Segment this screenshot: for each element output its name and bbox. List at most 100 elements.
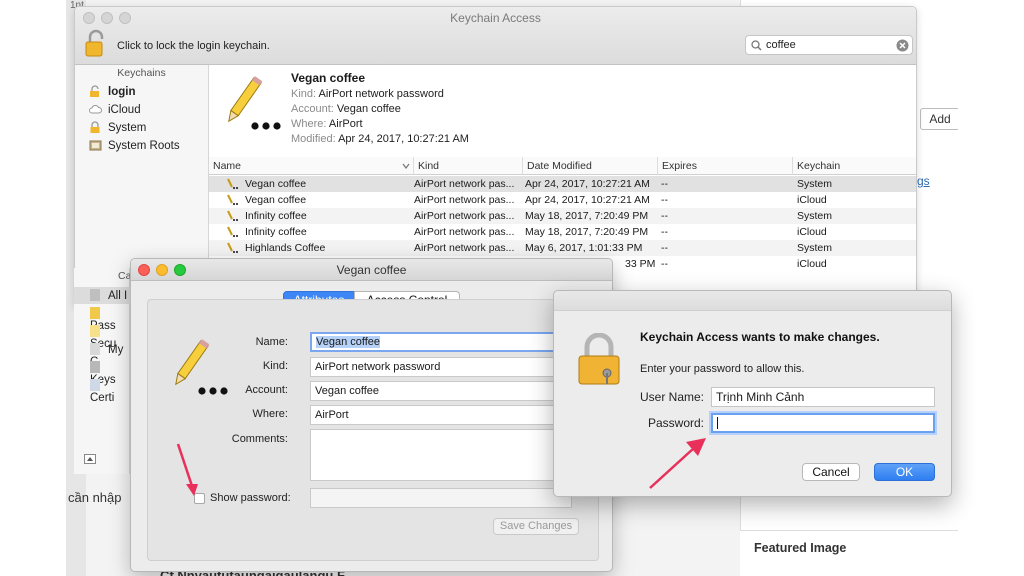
dialog-title: Keychain Access wants to make changes.: [640, 330, 880, 344]
cell-expires: --: [661, 194, 668, 206]
sidebar-item-icloud[interactable]: iCloud: [89, 103, 141, 116]
column-header-expires[interactable]: Expires: [658, 157, 793, 175]
note-icon: [90, 325, 100, 337]
titlebar: Keychain Access Click to lock the login …: [75, 7, 916, 65]
cell-expires: --: [661, 258, 668, 270]
add-button[interactable]: Add: [920, 108, 960, 130]
item-info-window: Vegan coffee Attributes Access Control N…: [130, 258, 613, 572]
lock-icon: [90, 121, 100, 133]
featured-image-label: Featured Image: [754, 541, 847, 555]
cell-kind: AirPort network pas...: [414, 226, 515, 238]
ok-button[interactable]: OK: [874, 463, 935, 481]
show-password-label[interactable]: Show password:: [210, 492, 291, 504]
name-field[interactable]: Vegan coffee: [310, 332, 572, 352]
pencil-icon: [227, 194, 238, 205]
arrow-annotation-icon: [176, 443, 198, 496]
cell-expires: --: [661, 226, 668, 238]
dialog-titlebar: [554, 291, 951, 311]
password-field[interactable]: [310, 488, 572, 508]
column-header-name[interactable]: Name: [209, 157, 414, 175]
cell-expires: --: [661, 210, 668, 222]
window-title: Keychain Access: [450, 11, 541, 25]
item-kind-line: Kind: AirPort network password: [291, 88, 444, 100]
cell-keychain: System: [797, 242, 833, 254]
table-row[interactable]: Vegan coffee AirPort network pas... Apr …: [209, 176, 916, 192]
background-text-cannhap: cần nhập: [68, 490, 122, 505]
background-link[interactable]: gs: [917, 174, 930, 188]
category-label: All I: [108, 290, 128, 302]
sidebar-item-label: iCloud: [108, 104, 141, 116]
cell-expires: --: [661, 242, 668, 254]
item-detail-panel: Vegan coffee Kind: AirPort network passw…: [209, 65, 916, 157]
column-header-kind[interactable]: Kind: [414, 157, 523, 175]
search-input[interactable]: coffee: [745, 35, 913, 55]
attributes-panel: Name: Vegan coffee Kind: AirPort network…: [147, 299, 599, 561]
table-row[interactable]: Infinity coffee AirPort network pas... M…: [209, 224, 916, 240]
item-where-line: Where: AirPort: [291, 118, 363, 130]
cell-name: Vegan coffee: [245, 178, 307, 190]
folder-icon: [89, 140, 102, 151]
modified-label: Modified:: [291, 133, 336, 145]
chevron-down-icon: [402, 163, 410, 169]
certificate-icon: [90, 343, 100, 355]
save-changes-button[interactable]: Save Changes: [493, 518, 579, 535]
cloud-icon: [89, 105, 102, 114]
column-header-date-modified[interactable]: Date Modified: [523, 157, 658, 175]
pencil-icon: [228, 76, 281, 130]
cell-keychain: System: [797, 210, 833, 222]
sidebar-item-label: System: [108, 122, 147, 134]
table-row[interactable]: Vegan coffee AirPort network pas... Apr …: [209, 192, 916, 208]
table-row[interactable]: Infinity coffee AirPort network pas... M…: [209, 208, 916, 224]
cell-keychain: System: [797, 178, 833, 190]
cell-date: May 6, 2017, 1:01:33 PM: [525, 242, 643, 254]
item-account-line: Account: Vegan coffee: [291, 103, 401, 115]
cell-date: 33 PM: [625, 258, 656, 270]
username-field[interactable]: Trịnh Minh Cảnh: [711, 387, 935, 407]
authentication-dialog: Keychain Access wants to make changes. E…: [553, 290, 952, 497]
cancel-button[interactable]: Cancel: [802, 463, 860, 481]
pencil-icon: [227, 242, 238, 253]
table-row[interactable]: Highlands Coffee AirPort network pas... …: [209, 240, 916, 256]
cell-keychain: iCloud: [797, 226, 827, 238]
item-name: Vegan coffee: [291, 71, 366, 85]
cell-date: May 18, 2017, 7:20:49 PM: [525, 226, 649, 238]
featured-image-panel: Featured Image: [740, 530, 958, 576]
clear-icon[interactable]: [896, 39, 909, 52]
cell-kind: AirPort network pas...: [414, 210, 515, 222]
kind-field[interactable]: AirPort network password: [310, 357, 572, 377]
search-value: coffee: [766, 39, 796, 51]
pencil-icon: [227, 210, 238, 221]
lock-keychain-text[interactable]: Click to lock the login keychain.: [117, 40, 270, 52]
sidebar-item-login[interactable]: login: [89, 85, 135, 98]
username-label: User Name:: [639, 390, 704, 404]
magnifier-icon: [751, 40, 762, 51]
arrow-annotation-icon: [649, 438, 706, 489]
item-window-title: Vegan coffee: [336, 263, 407, 277]
cell-expires: --: [661, 178, 668, 190]
dialog-subtitle: Enter your password to allow this.: [640, 363, 805, 375]
category-certificates[interactable]: Certi: [90, 379, 129, 404]
item-modified-line: Modified: Apr 24, 2017, 10:27:21 AM: [291, 133, 469, 145]
comments-field[interactable]: [310, 429, 572, 481]
category-all-items[interactable]: All I: [90, 289, 127, 302]
item-titlebar: Vegan coffee: [131, 259, 612, 281]
name-label: Name:: [255, 336, 288, 348]
cell-kind: AirPort network pas...: [414, 178, 515, 190]
all-items-icon: [90, 289, 100, 301]
category-sidebar: Ca All I Pass Secu My C Keys Certi: [74, 268, 131, 474]
lock-open-icon[interactable]: [85, 29, 107, 59]
column-header-keychain[interactable]: Keychain: [793, 157, 916, 175]
sidebar-item-label: login: [108, 86, 136, 98]
account-field[interactable]: Vegan coffee: [310, 381, 572, 401]
keychains-header: Keychains: [117, 67, 166, 79]
sidebar-item-system[interactable]: System: [89, 121, 146, 134]
where-field[interactable]: AirPort: [310, 405, 572, 425]
modified-value: Apr 24, 2017, 10:27:21 AM: [338, 133, 469, 145]
info-toggle-icon[interactable]: [84, 454, 96, 464]
where-value: AirPort: [328, 118, 363, 130]
cell-name: Infinity coffee: [245, 210, 307, 222]
right-margin: [958, 0, 1024, 576]
password-input[interactable]: [711, 413, 935, 433]
sidebar-item-system-roots[interactable]: System Roots: [89, 139, 180, 152]
category-label: Certi: [90, 392, 115, 404]
